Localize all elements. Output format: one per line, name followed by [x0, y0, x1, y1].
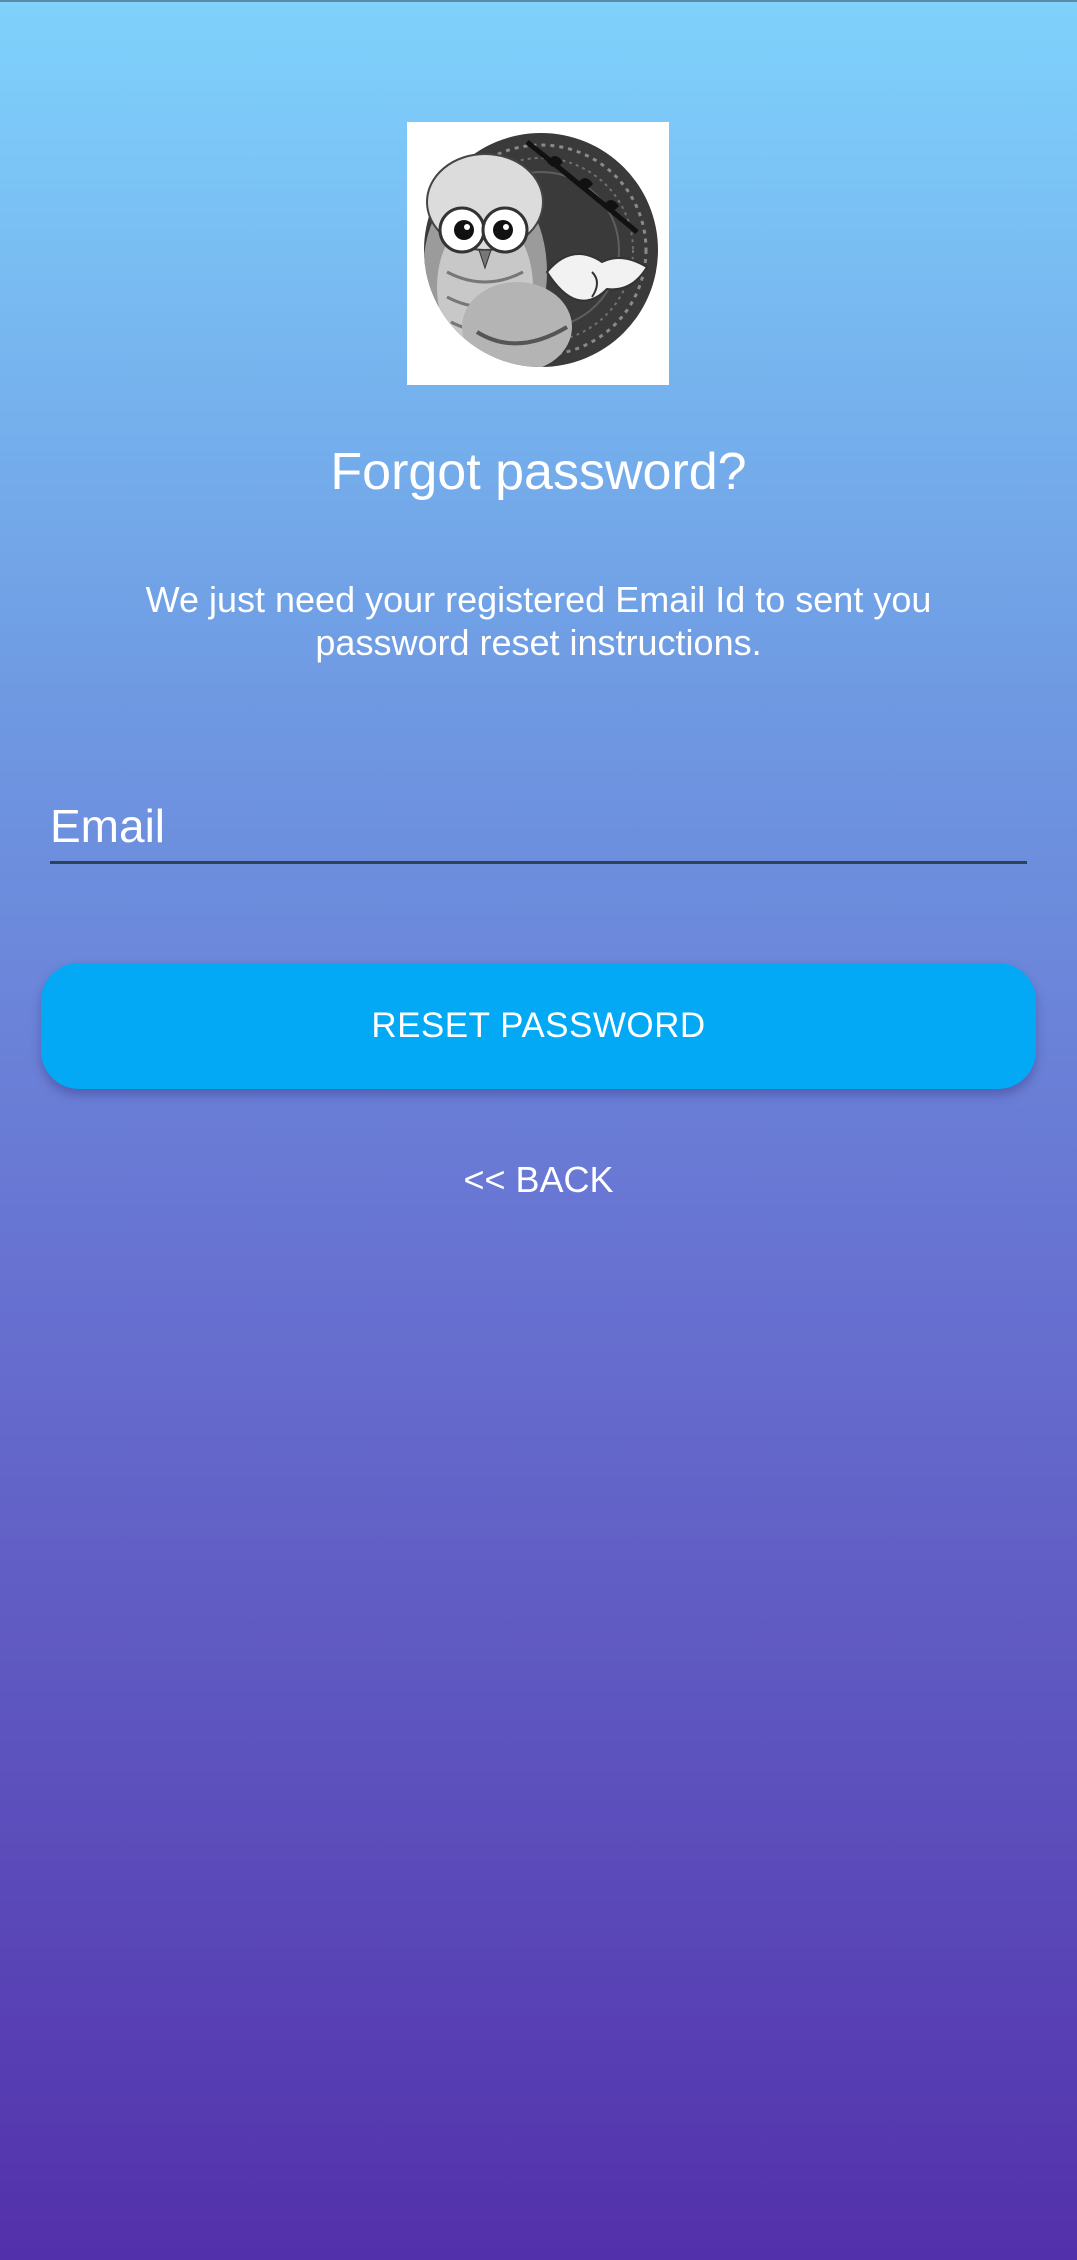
owl-mandala-logo-image — [407, 122, 669, 385]
email-field[interactable] — [50, 790, 1027, 864]
instructions-text: We just need your registered Email Id to… — [145, 579, 932, 663]
page-title: Forgot password? — [330, 443, 747, 501]
app-logo — [407, 122, 669, 385]
reset-password-button[interactable]: RESET PASSWORD — [41, 963, 1036, 1089]
back-button[interactable]: << BACK — [0, 1155, 1077, 1205]
status-divider — [0, 0, 1077, 2]
